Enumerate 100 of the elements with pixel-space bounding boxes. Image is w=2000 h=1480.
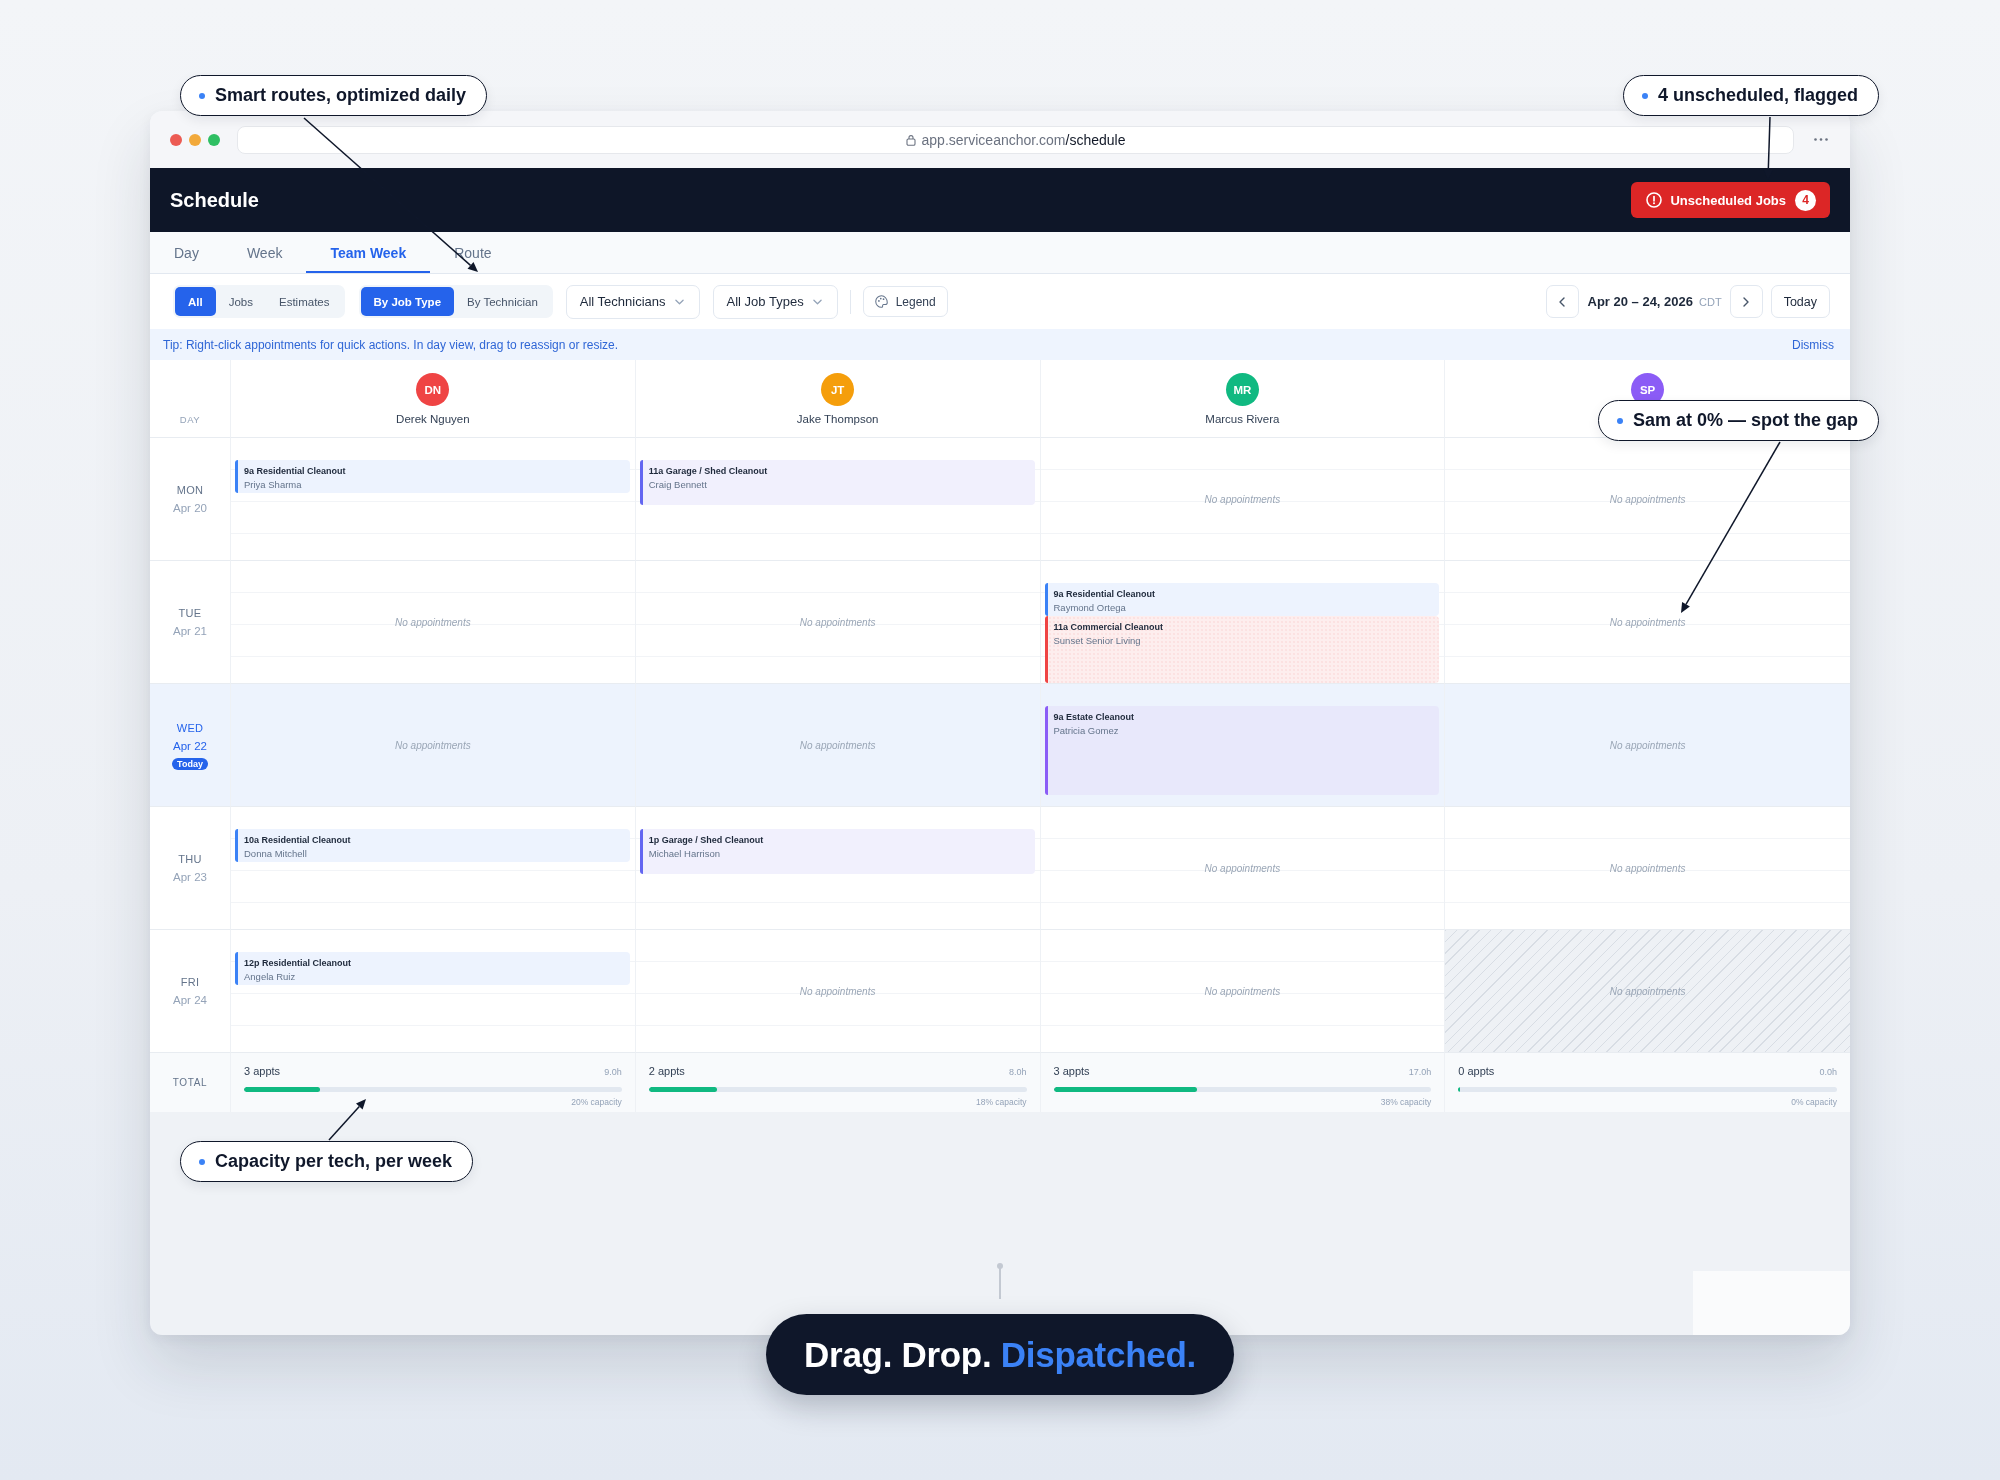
appointment-client: Michael Harrison <box>648 847 721 861</box>
segment-button[interactable]: Jobs <box>215 287 266 316</box>
empty-note: No appointments <box>1204 493 1281 505</box>
appointment-title: 9a Residential Cleanout <box>244 465 346 479</box>
appointment-card[interactable]: 9a Residential Cleanout Raymond Ortega <box>1044 583 1440 617</box>
appointment-count: 0 appts <box>1458 1064 1495 1078</box>
previous-button[interactable] <box>1545 285 1579 318</box>
date-label: Apr 24 <box>173 993 207 1008</box>
date-label: Apr 22 <box>173 739 207 754</box>
empty-note: No appointments <box>1609 739 1686 751</box>
appointment-card[interactable]: 12p Residential Cleanout Angela Ruiz <box>235 952 630 986</box>
next-button[interactable] <box>1729 285 1763 318</box>
empty-note: No appointments <box>1609 493 1686 505</box>
date-label: Apr 20 <box>173 501 207 516</box>
weekday-label: THU <box>178 852 202 867</box>
empty-note: No appointments <box>1204 862 1281 874</box>
tip-text: Tip: Right-click appointments for quick actions. In day view, drag to reassign or resize. <box>163 337 619 352</box>
today-badge: Today <box>172 758 208 770</box>
segment-button[interactable]: By Job Type <box>360 287 455 316</box>
callout-text: Sam at 0% — spot the gap <box>1632 410 1858 431</box>
appointment-title: 10a Residential Cleanout <box>244 834 351 848</box>
avatar: MR <box>1225 373 1259 406</box>
appointment-title: 1p Garage / Shed Cleanout <box>648 834 764 848</box>
chevron-down-icon <box>812 298 822 305</box>
appointment-count: 3 appts <box>1053 1064 1090 1078</box>
appointment-card[interactable]: 9a Estate Cleanout Patricia Gomez <box>1044 706 1440 795</box>
empty-note: No appointments <box>395 739 471 751</box>
bullet-icon <box>1641 92 1648 99</box>
avatar: DN <box>416 373 450 406</box>
technician-name: Jake Thompson <box>796 412 879 426</box>
hours-total: 17.0h <box>1408 1066 1432 1079</box>
weekday-label: WED <box>176 721 204 736</box>
timezone-label: CDT <box>1699 295 1722 308</box>
bullet-icon <box>199 92 205 99</box>
empty-note: No appointments <box>799 985 876 997</box>
appointment-card[interactable]: 11a Garage / Shed Cleanout Craig Bennett <box>639 460 1035 505</box>
appointment-client: Priya Sharma <box>244 478 302 492</box>
weekday-label: FRI <box>180 975 200 990</box>
hours-total: 8.0h <box>1008 1066 1027 1079</box>
address-bar[interactable]: app.serviceanchor.com/schedule <box>237 125 1794 154</box>
column-heading: DAY <box>179 414 201 426</box>
bullet-icon <box>199 1158 205 1165</box>
view-tab[interactable]: Week <box>222 232 307 273</box>
unscheduled-jobs-button[interactable]: Unscheduled Jobs 4 <box>1631 182 1830 218</box>
total-label: TOTAL <box>172 1077 208 1088</box>
technician-name: Marcus Rivera <box>1205 412 1280 426</box>
date-label: Apr 21 <box>173 624 207 639</box>
callout-text: 4 unscheduled, flagged <box>1657 85 1858 106</box>
appointment-client: Craig Bennett <box>648 478 707 492</box>
bullet-icon <box>1616 417 1623 424</box>
appointment-client: Raymond Ortega <box>1053 601 1126 615</box>
empty-note: No appointments <box>1609 985 1686 997</box>
filter-dropdown[interactable]: All Technicians <box>565 284 700 319</box>
appointment-title: 9a Estate Cleanout <box>1053 711 1135 725</box>
weekday-label: MON <box>176 483 204 498</box>
callout-text: Capacity per tech, per week <box>215 1151 453 1172</box>
window-close-icon[interactable] <box>170 133 182 146</box>
segment-button[interactable]: Estimates <box>266 287 343 316</box>
empty-note: No appointments <box>799 616 876 628</box>
today-button[interactable]: Today <box>1770 285 1830 318</box>
window-maximize-icon[interactable] <box>208 133 220 146</box>
dismiss-link[interactable]: Dismiss <box>1792 337 1834 352</box>
appointment-card[interactable]: 9a Residential Cleanout Priya Sharma <box>235 460 630 494</box>
capacity-text: 0% capacity <box>1791 1097 1837 1108</box>
view-tab[interactable]: Day <box>150 232 223 273</box>
avatar: JT <box>821 373 855 406</box>
alert-icon <box>1646 192 1663 208</box>
callout-text: Smart routes, optimized daily <box>215 85 467 106</box>
view-tab[interactable]: Route <box>430 232 516 273</box>
more-icon[interactable] <box>1814 138 1828 141</box>
appointment-client: Patricia Gomez <box>1053 724 1119 738</box>
appointment-title: 11a Commercial Cleanout <box>1053 621 1164 635</box>
capacity-text: 38% capacity <box>1380 1097 1432 1108</box>
hours-total: 0.0h <box>1819 1066 1837 1079</box>
lock-icon <box>905 133 916 146</box>
legend-button[interactable]: Legend <box>862 286 948 317</box>
chevron-left-icon <box>1559 296 1565 307</box>
technician-name: Derek Nguyen <box>396 412 470 426</box>
appointment-count: 2 appts <box>648 1064 685 1078</box>
window-minimize-icon[interactable] <box>189 133 201 146</box>
date-label: Apr 23 <box>173 870 207 885</box>
appointment-title: 9a Residential Cleanout <box>1053 588 1156 602</box>
segment-button[interactable]: By Technician <box>454 287 551 316</box>
filter-dropdown[interactable]: All Job Types <box>712 284 838 319</box>
weekday-label: TUE <box>178 606 202 621</box>
empty-note: No appointments <box>1609 616 1686 628</box>
appointment-count: 3 appts <box>244 1064 281 1078</box>
chevron-right-icon <box>1743 296 1750 307</box>
appointment-card[interactable]: 11a Commercial Cleanout Sunset Senior Living <box>1044 616 1440 683</box>
capacity-text: 18% capacity <box>975 1097 1027 1108</box>
chevron-down-icon <box>674 298 684 305</box>
empty-note: No appointments <box>1204 985 1281 997</box>
appointment-card[interactable]: 10a Residential Cleanout Donna Mitchell <box>235 829 630 863</box>
palette-icon <box>874 295 888 308</box>
page-title: Schedule <box>170 188 259 212</box>
segment-button[interactable]: All <box>175 287 216 316</box>
appointment-card[interactable]: 1p Garage / Shed Cleanout Michael Harrison <box>639 829 1035 874</box>
hours-total: 9.0h <box>604 1066 622 1079</box>
empty-note: No appointments <box>1609 862 1686 874</box>
tagline-text: Drag. Drop. Dispatched. <box>804 1334 1196 1375</box>
